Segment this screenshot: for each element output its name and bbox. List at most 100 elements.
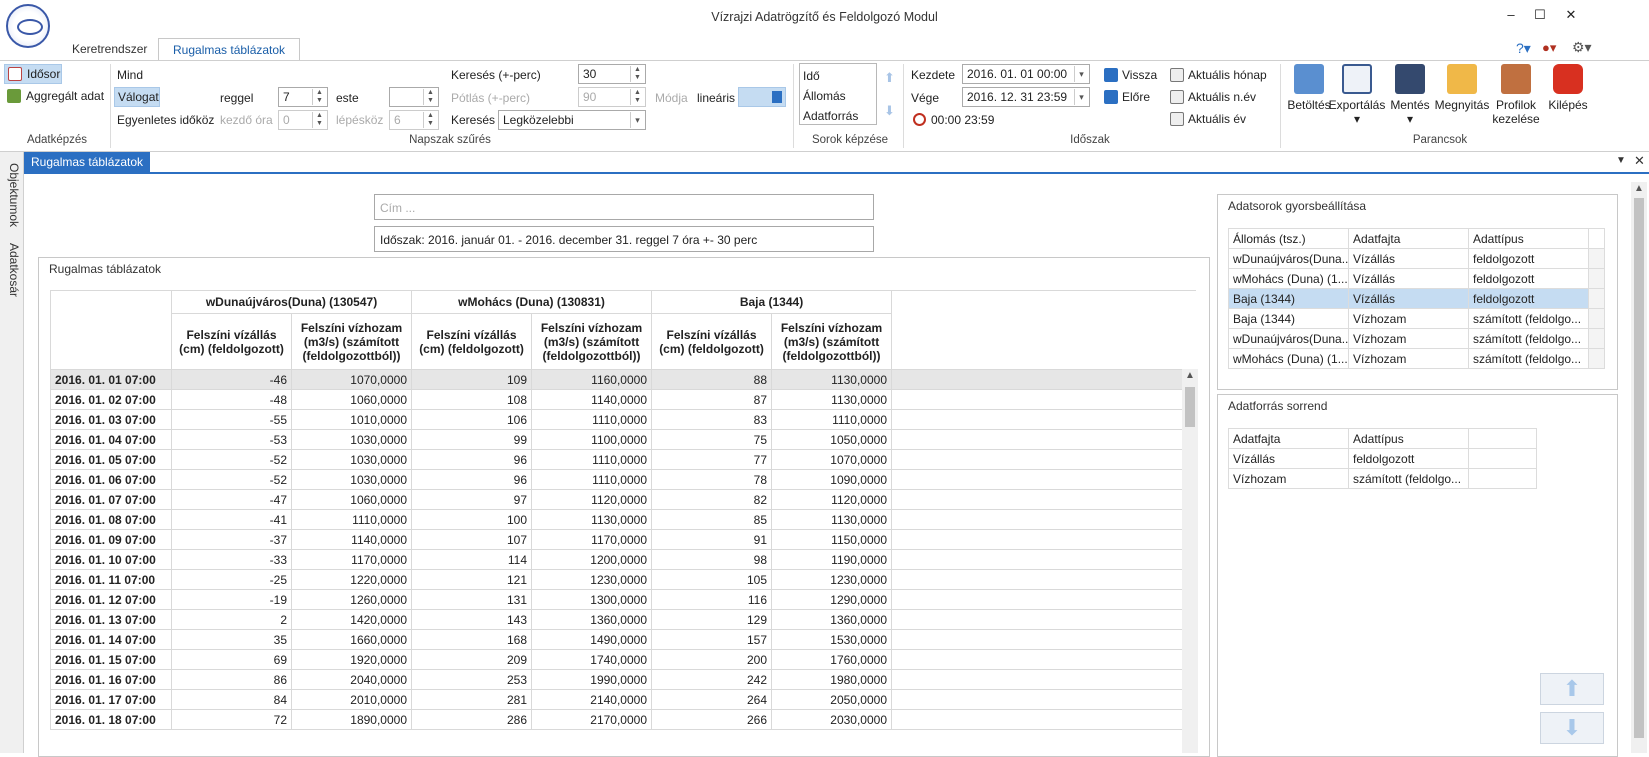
scroll-up-icon[interactable]: ▲ bbox=[1185, 370, 1195, 381]
row-date-cell[interactable]: 2016. 01. 05 07:00 bbox=[50, 449, 172, 470]
scroll-cell[interactable] bbox=[1588, 248, 1605, 269]
row-date-cell[interactable]: 2016. 01. 08 07:00 bbox=[50, 509, 172, 530]
value-cell[interactable]: -25 bbox=[171, 569, 292, 590]
value-cell[interactable]: 1030,0000 bbox=[290, 429, 413, 450]
value-cell[interactable]: 83 bbox=[651, 409, 773, 430]
value-cell[interactable]: -41 bbox=[171, 509, 292, 530]
value-cell[interactable]: -52 bbox=[171, 469, 292, 490]
value-cell[interactable]: 1030,0000 bbox=[290, 469, 413, 490]
move-up-icon[interactable]: ⬆ bbox=[884, 70, 895, 86]
scroll-up-icon[interactable]: ▲ bbox=[1634, 183, 1644, 194]
elore-button[interactable]: Előre bbox=[1104, 88, 1164, 108]
table-row[interactable]: Vízhozam számított (feldolgo... bbox=[1228, 468, 1537, 489]
value-cell[interactable]: -19 bbox=[171, 589, 292, 610]
value-cell[interactable]: 209 bbox=[411, 649, 533, 670]
table-row[interactable]: wDunaújváros(Duna... Vízhozam számított (f… bbox=[1228, 328, 1605, 349]
value-cell[interactable]: 168 bbox=[411, 629, 533, 650]
page-scrollbar[interactable]: ▲ bbox=[1631, 182, 1647, 753]
value-cell[interactable]: 1190,0000 bbox=[771, 549, 893, 570]
value-cell[interactable]: Vízhozam bbox=[1348, 308, 1469, 329]
value-cell[interactable]: 1140,0000 bbox=[531, 389, 653, 410]
value-cell[interactable]: 99 bbox=[411, 429, 533, 450]
idosor-button[interactable]: Idősor bbox=[4, 64, 62, 84]
value-cell[interactable]: számított (feldolgo... bbox=[1348, 468, 1469, 489]
value-cell[interactable]: wDunaújváros(Duna... bbox=[1228, 248, 1349, 269]
value-cell[interactable]: Baja (1344) bbox=[1228, 308, 1349, 329]
row-date-cell[interactable]: 2016. 01. 17 07:00 bbox=[50, 689, 172, 710]
spin-icon[interactable]: ▲ ▼ bbox=[423, 89, 437, 105]
row-date-cell[interactable]: 2016. 01. 10 07:00 bbox=[50, 549, 172, 570]
value-cell[interactable]: Vízhozam bbox=[1348, 328, 1469, 349]
row-date-cell[interactable]: 2016. 01. 15 07:00 bbox=[50, 649, 172, 670]
tab-close-icon[interactable]: ✕ bbox=[1634, 153, 1645, 169]
table-row[interactable]: 2016. 01. 05 07:00 -52 1030,0000 96 1110,000… bbox=[50, 449, 1196, 470]
list-item[interactable]: Adatforrás bbox=[803, 109, 858, 123]
value-cell[interactable]: 1220,0000 bbox=[290, 569, 413, 590]
table-row[interactable]: 2016. 01. 13 07:00 2 1420,0000 143 1360,0000… bbox=[50, 609, 1196, 630]
scroll-cell[interactable] bbox=[1588, 308, 1605, 329]
value-cell[interactable]: 97 bbox=[411, 489, 533, 510]
value-cell[interactable]: 88 bbox=[651, 369, 773, 390]
value-cell[interactable]: 100 bbox=[411, 509, 533, 530]
value-cell[interactable]: 1100,0000 bbox=[531, 429, 653, 450]
potlas-input[interactable]: 90 ▲ ▼ bbox=[578, 87, 646, 107]
value-cell[interactable]: 107 bbox=[411, 529, 533, 550]
row-date-cell[interactable]: 2016. 01. 18 07:00 bbox=[50, 709, 172, 730]
value-cell[interactable]: Vízállás bbox=[1348, 248, 1469, 269]
filler-cell[interactable] bbox=[891, 449, 1196, 470]
filler-cell[interactable] bbox=[891, 609, 1196, 630]
value-cell[interactable]: 1110,0000 bbox=[531, 449, 653, 470]
value-cell[interactable]: 2140,0000 bbox=[531, 689, 653, 710]
value-cell[interactable]: 1070,0000 bbox=[290, 369, 413, 390]
value-cell[interactable]: 2050,0000 bbox=[771, 689, 893, 710]
value-cell[interactable]: 77 bbox=[651, 449, 773, 470]
kezdo-ora-input[interactable]: 0 ▲ ▼ bbox=[278, 110, 328, 130]
value-cell[interactable]: 1530,0000 bbox=[771, 629, 893, 650]
value-cell[interactable]: 109 bbox=[411, 369, 533, 390]
valogat-option[interactable]: Válogat bbox=[114, 87, 160, 107]
este-input[interactable]: ▲ ▼ bbox=[389, 87, 439, 107]
filler-cell[interactable] bbox=[891, 369, 1196, 390]
table-row[interactable]: 2016. 01. 09 07:00 -37 1140,0000 107 1170,00… bbox=[50, 529, 1196, 550]
egyenletes-option[interactable]: Egyenletes időköz bbox=[117, 113, 214, 127]
clock-icon[interactable] bbox=[913, 113, 926, 126]
value-cell[interactable]: 35 bbox=[171, 629, 292, 650]
spin-icon[interactable]: ▲ ▼ bbox=[312, 89, 326, 105]
sorok-list[interactable]: Idő Állomás Adatforrás bbox=[799, 63, 877, 125]
value-cell[interactable]: 69 bbox=[171, 649, 292, 670]
row-date-cell[interactable]: 2016. 01. 02 07:00 bbox=[50, 389, 172, 410]
value-cell[interactable]: 1170,0000 bbox=[531, 529, 653, 550]
scroll-cell[interactable] bbox=[1588, 268, 1605, 289]
maximize-button[interactable]: ☐ bbox=[1525, 4, 1555, 26]
value-cell[interactable]: -46 bbox=[171, 369, 292, 390]
value-cell[interactable]: 129 bbox=[651, 609, 773, 630]
value-cell[interactable]: 2040,0000 bbox=[290, 669, 413, 690]
kereses-perc-input[interactable]: 30 ▲ ▼ bbox=[578, 64, 646, 84]
value-cell[interactable]: 281 bbox=[411, 689, 533, 710]
value-cell[interactable]: 2170,0000 bbox=[531, 709, 653, 730]
value-cell[interactable]: 1200,0000 bbox=[531, 549, 653, 570]
table-row[interactable]: Vízállás feldolgozott bbox=[1228, 448, 1537, 469]
value-cell[interactable]: -37 bbox=[171, 529, 292, 550]
value-cell[interactable]: 1110,0000 bbox=[531, 469, 653, 490]
table-row[interactable]: Baja (1344) Vízhozam számított (feldolgo..… bbox=[1228, 308, 1605, 329]
value-cell[interactable]: feldolgozott bbox=[1468, 248, 1589, 269]
row-date-cell[interactable]: 2016. 01. 03 07:00 bbox=[50, 409, 172, 430]
table-row[interactable]: 2016. 01. 06 07:00 -52 1030,0000 96 1110,000… bbox=[50, 469, 1196, 490]
lepeskoz-input[interactable]: 6 ▲ ▼ bbox=[389, 110, 439, 130]
value-cell[interactable]: 1230,0000 bbox=[771, 569, 893, 590]
table-row[interactable]: 2016. 01. 02 07:00 -48 1060,0000 108 1140,00… bbox=[50, 389, 1196, 410]
value-cell[interactable]: 1360,0000 bbox=[771, 609, 893, 630]
value-cell[interactable]: 1160,0000 bbox=[531, 369, 653, 390]
value-cell[interactable]: feldolgozott bbox=[1468, 268, 1589, 289]
filler-cell[interactable] bbox=[1468, 468, 1537, 489]
tab-keretrendszer[interactable]: Keretrendszer bbox=[58, 38, 161, 61]
value-cell[interactable]: 1070,0000 bbox=[771, 449, 893, 470]
value-cell[interactable]: 85 bbox=[651, 509, 773, 530]
table-row[interactable]: 2016. 01. 15 07:00 69 1920,0000 209 1740,000… bbox=[50, 649, 1196, 670]
value-cell[interactable]: -48 bbox=[171, 389, 292, 410]
row-date-cell[interactable]: 2016. 01. 06 07:00 bbox=[50, 469, 172, 490]
value-cell[interactable]: 1120,0000 bbox=[531, 489, 653, 510]
filler-cell[interactable] bbox=[891, 629, 1196, 650]
user-icon[interactable]: ●▾ bbox=[1542, 40, 1556, 56]
